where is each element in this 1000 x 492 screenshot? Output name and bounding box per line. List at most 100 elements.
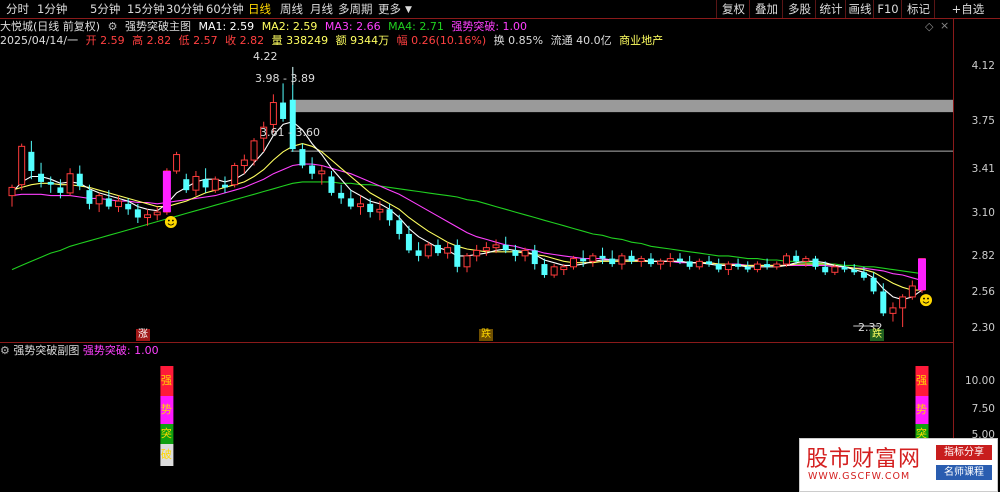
candle-body bbox=[347, 198, 354, 207]
candle-body bbox=[38, 173, 45, 182]
adjust-button[interactable]: 复权 bbox=[716, 0, 750, 18]
candle-body bbox=[105, 198, 112, 207]
candle-body bbox=[95, 195, 103, 205]
candle-body bbox=[657, 260, 665, 265]
marker-down: 跌 bbox=[870, 329, 884, 341]
watermark-title: 股市财富网 bbox=[806, 447, 922, 472]
watermark-logo: 股市财富网 WWW.GSCFW.COM 指标分享 名师课程 bbox=[799, 438, 998, 492]
tab-15min[interactable]: 15分钟 bbox=[127, 1, 165, 17]
sub-indicator-header: ⚙ 强势突破副图 强势突破: 1.00 bbox=[0, 344, 159, 358]
tab-multi-period[interactable]: 多周期 bbox=[338, 1, 373, 17]
candle-body bbox=[202, 179, 209, 188]
add-watchlist-button[interactable]: +自选 bbox=[934, 0, 1000, 18]
marker-up: 涨 bbox=[136, 329, 150, 341]
sub-settings-icon[interactable]: ⚙ bbox=[0, 344, 10, 357]
candle-body bbox=[444, 247, 452, 254]
candle-body bbox=[569, 258, 577, 268]
candle-body bbox=[793, 255, 800, 262]
tab-fenshi[interactable]: 分时 bbox=[6, 1, 29, 17]
candle-body bbox=[599, 255, 606, 259]
candle-body bbox=[66, 173, 74, 194]
axis-tick: 2.82 bbox=[971, 250, 995, 262]
resistance-zone-1 bbox=[290, 99, 953, 113]
candle-body bbox=[531, 250, 538, 265]
candle-body bbox=[860, 272, 867, 278]
smiley-icon bbox=[164, 216, 177, 229]
zone2-label: 3.61 - 3.60 bbox=[260, 126, 320, 139]
overlay-button[interactable]: 叠加 bbox=[749, 0, 783, 18]
candle-body bbox=[822, 266, 829, 273]
candle-body bbox=[318, 170, 326, 175]
candle-body bbox=[851, 269, 858, 273]
candle-body bbox=[831, 266, 839, 273]
candle-body bbox=[415, 250, 422, 256]
candle-body bbox=[250, 140, 258, 161]
candle-body bbox=[618, 255, 626, 265]
candle-body bbox=[18, 145, 26, 186]
more-dropdown-icon[interactable]: ▼ bbox=[405, 2, 412, 18]
candle-body bbox=[521, 249, 529, 257]
candle-body bbox=[357, 203, 365, 208]
candle-body bbox=[396, 220, 403, 234]
zone1-label: 3.98 - 3.89 bbox=[255, 72, 315, 85]
smiley-icon bbox=[920, 294, 932, 307]
signal-char: 势 bbox=[916, 403, 927, 416]
smiley-eye bbox=[167, 219, 170, 222]
stats-button[interactable]: 统计 bbox=[815, 0, 846, 18]
tab-30min[interactable]: 30分钟 bbox=[166, 1, 204, 17]
signal-char: 突 bbox=[160, 427, 172, 440]
candle-body bbox=[454, 244, 461, 267]
smiley-eye bbox=[927, 297, 929, 300]
watermark-tag-course: 名师课程 bbox=[936, 465, 992, 480]
tab-monthly[interactable]: 月线 bbox=[310, 1, 333, 17]
candle-body bbox=[908, 285, 916, 298]
tab-1min[interactable]: 1分钟 bbox=[37, 1, 67, 17]
breakout-bar bbox=[917, 258, 927, 291]
candle-body bbox=[183, 179, 190, 191]
candle-body bbox=[309, 165, 316, 174]
candle-body bbox=[880, 291, 887, 314]
axis-tick: 2.30 bbox=[971, 322, 995, 334]
tab-daily[interactable]: 日线 bbox=[248, 1, 271, 17]
multi-stock-button[interactable]: 多股 bbox=[782, 0, 816, 18]
candle-body bbox=[114, 200, 122, 208]
candle-body bbox=[647, 258, 654, 265]
candle-body bbox=[328, 176, 335, 193]
candle-body bbox=[764, 264, 771, 267]
marker-mid: 跌 bbox=[479, 329, 493, 341]
tab-60min[interactable]: 60分钟 bbox=[206, 1, 244, 17]
candle-body bbox=[405, 233, 412, 251]
draw-line-button[interactable]: 画线 bbox=[845, 0, 874, 18]
candle-body bbox=[773, 263, 781, 268]
kline-chart[interactable] bbox=[0, 18, 953, 492]
axis-tick: 7.50 bbox=[971, 403, 995, 415]
candle-body bbox=[609, 258, 616, 265]
candle-body bbox=[782, 255, 790, 265]
candle-body bbox=[676, 258, 683, 262]
breakout-bar bbox=[162, 170, 171, 213]
candle-body bbox=[580, 258, 587, 262]
candle-body bbox=[240, 159, 248, 167]
smiley-eye bbox=[171, 219, 174, 222]
candle-body bbox=[695, 260, 703, 268]
candle-body bbox=[134, 209, 141, 218]
candle-body bbox=[221, 184, 228, 188]
candle-body bbox=[367, 203, 374, 213]
candle-body bbox=[870, 277, 877, 292]
f10-button[interactable]: F10 bbox=[873, 0, 902, 18]
candle-body bbox=[753, 263, 761, 271]
tab-more[interactable]: 更多 bbox=[378, 1, 401, 17]
mark-button[interactable]: 标记 bbox=[901, 0, 935, 18]
tab-weekly[interactable]: 周线 bbox=[280, 1, 303, 17]
axis-tick: 2.56 bbox=[971, 286, 995, 298]
smiley-eye bbox=[923, 297, 925, 300]
watermark-tag-share: 指标分享 bbox=[936, 445, 992, 460]
sub-indicator-name[interactable]: 强势突破副图 bbox=[13, 344, 79, 357]
candle-body bbox=[153, 211, 161, 216]
tab-5min[interactable]: 5分钟 bbox=[90, 1, 120, 17]
candle-body bbox=[280, 102, 287, 119]
signal-char: 强 bbox=[916, 374, 927, 387]
candle-body bbox=[637, 258, 645, 262]
candle-body bbox=[589, 255, 597, 262]
period-toolbar: 分时 1分钟 5分钟 15分钟 30分钟 60分钟 日线 周线 月线 多周期 更… bbox=[0, 0, 1000, 19]
